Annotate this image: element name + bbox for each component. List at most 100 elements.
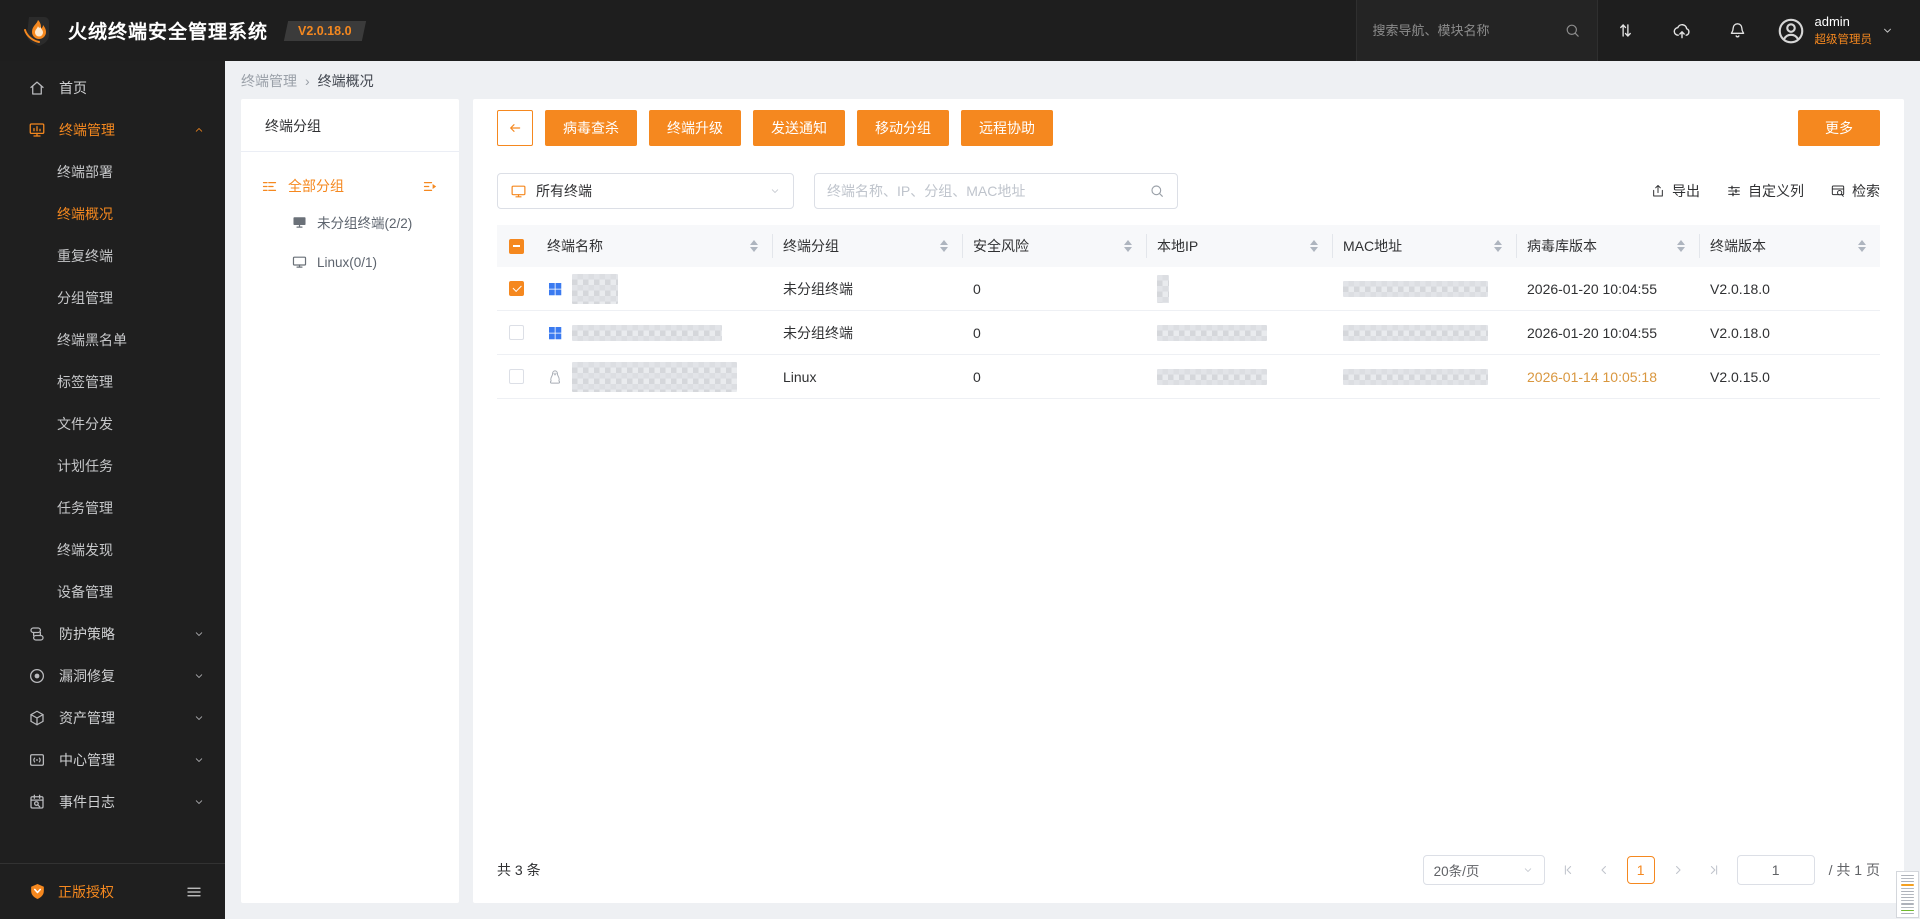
terminal-group-panel: 终端分组 全部分组 未分组终端(2/2) Linux(0/1) [241, 99, 459, 903]
page-jump-input[interactable] [1736, 855, 1815, 885]
sidebar-subitem-终端概况[interactable]: 终端概况 [0, 193, 225, 235]
toolbar-button-发送通知[interactable]: 发送通知 [753, 110, 845, 146]
sidebar-subitem-重复终端[interactable]: 重复终端 [0, 235, 225, 277]
sort-icons [940, 240, 948, 252]
first-page-icon[interactable] [1555, 857, 1581, 883]
sidebar-item-首页[interactable]: 首页 [0, 67, 225, 109]
select-all-checkbox[interactable] [509, 238, 524, 254]
table-actions: 导出 自定义列 检索 [1650, 181, 1880, 201]
virus-db-cell: 2026-01-20 10:04:55 [1517, 281, 1700, 297]
sidebar-subitem-终端部署[interactable]: 终端部署 [0, 151, 225, 193]
group-cell: Linux [773, 369, 963, 385]
action-自定义列[interactable]: 自定义列 [1726, 181, 1804, 201]
breadcrumb-parent[interactable]: 终端管理 [241, 71, 297, 91]
column-header-MAC地址[interactable]: MAC地址 [1333, 234, 1517, 258]
tree-root-all-groups[interactable]: 全部分组 [257, 170, 443, 202]
filter-row: 所有终端 导出 自定义列 检索 [497, 173, 1880, 209]
search-icon [1149, 183, 1165, 199]
next-page-icon[interactable] [1665, 857, 1691, 883]
row-checkbox[interactable] [509, 281, 524, 296]
more-button[interactable]: 更多 [1798, 110, 1880, 146]
retrieve-icon [1830, 183, 1846, 199]
version-value: V2.0.15.0 [1710, 368, 1770, 385]
upload-cloud-icon[interactable] [1654, 21, 1710, 41]
terminal-table: 终端名称 终端分组 安全风险 本地IP MAC地址 病毒库版本 终端版本 未分组终端 0 202… [497, 225, 1880, 399]
page-size-select[interactable]: 20条/页 [1422, 855, 1545, 885]
table-row[interactable]: 未分组终端 0 2026-01-20 10:04:55 V2.0.18.0 [497, 267, 1880, 311]
nav-search[interactable] [1355, 0, 1598, 61]
sidebar-subitem-分组管理[interactable]: 分组管理 [0, 277, 225, 319]
toolbar: 病毒查杀 终端升级 发送通知 移动分组 远程协助 更多 [497, 110, 1880, 146]
sidebar-item-终端管理[interactable]: 终端管理 [0, 109, 225, 151]
terminal-search-box[interactable] [814, 173, 1178, 209]
column-header-病毒库版本[interactable]: 病毒库版本 [1517, 234, 1700, 258]
tree-node-Linux(0/1)[interactable]: Linux(0/1) [257, 242, 443, 282]
action-导出[interactable]: 导出 [1650, 181, 1700, 201]
header-checkbox-cell [497, 234, 537, 258]
toolbar-button-病毒查杀[interactable]: 病毒查杀 [545, 110, 637, 146]
row-checkbox-cell [497, 325, 537, 340]
sidebar-subitem-计划任务[interactable]: 计划任务 [0, 445, 225, 487]
action-label: 检索 [1852, 183, 1880, 199]
custom-columns-icon [1726, 183, 1742, 199]
toolbar-button-移动分组[interactable]: 移动分组 [857, 110, 949, 146]
sidebar-item-中心管理[interactable]: 中心管理 [0, 739, 225, 781]
terminal-name-redacted [572, 273, 618, 304]
back-button[interactable] [497, 110, 533, 146]
virus-db-cell: 2026-01-20 10:04:55 [1517, 325, 1700, 341]
column-header-安全风险[interactable]: 安全风险 [963, 234, 1147, 258]
collapse-tree-icon[interactable] [422, 178, 439, 195]
toolbar-button-终端升级[interactable]: 终端升级 [649, 110, 741, 146]
terminal-search-input[interactable] [827, 183, 1149, 199]
group-tree-icon [261, 178, 278, 195]
vulnerability-icon [28, 667, 46, 685]
license-bar[interactable]: 正版授权 [0, 863, 225, 919]
event-log-icon [28, 793, 46, 811]
page-minimap-widget[interactable] [1896, 871, 1919, 918]
sidebar-item-资产管理[interactable]: 资产管理 [0, 697, 225, 739]
group-cell: 未分组终端 [773, 323, 963, 343]
sidebar-subitem-终端黑名单[interactable]: 终端黑名单 [0, 319, 225, 361]
sidebar-subitem-设备管理[interactable]: 设备管理 [0, 571, 225, 613]
table-row[interactable]: Linux 0 2026-01-14 10:05:18 V2.0.15.0 [497, 355, 1880, 399]
virus-db-cell: 2026-01-14 10:05:18 [1517, 369, 1700, 385]
current-page-button[interactable]: 1 [1626, 856, 1655, 884]
virus-db-value: 2026-01-20 10:04:55 [1527, 324, 1657, 341]
sidebar-item-防护策略[interactable]: 防护策略 [0, 613, 225, 655]
sidebar-item-事件日志[interactable]: 事件日志 [0, 781, 225, 823]
last-page-icon[interactable] [1701, 857, 1727, 883]
tree-node-label: 未分组终端(2/2) [317, 216, 413, 231]
prev-page-icon[interactable] [1591, 857, 1617, 883]
column-header-本地IP[interactable]: 本地IP [1147, 234, 1333, 258]
topbar-right: admin 超级管理员 [1355, 0, 1920, 61]
chevron-down-icon [193, 796, 205, 808]
group-value: Linux [783, 368, 817, 385]
nav-search-input[interactable] [1372, 23, 1556, 38]
sidebar-subitem-任务管理[interactable]: 任务管理 [0, 487, 225, 529]
page-size-value: 20条/页 [1433, 864, 1480, 879]
column-header-终端分组[interactable]: 终端分组 [773, 234, 963, 258]
column-label: 终端分组 [783, 238, 839, 254]
bell-icon[interactable] [1710, 21, 1766, 40]
menu-collapse-icon[interactable] [185, 883, 203, 901]
user-menu[interactable]: admin 超级管理员 [1766, 13, 1920, 47]
row-checkbox[interactable] [509, 369, 524, 384]
tree-node-未分组终端(2/2)[interactable]: 未分组终端(2/2) [257, 202, 443, 242]
action-检索[interactable]: 检索 [1830, 181, 1880, 201]
data-transfer-icon[interactable] [1598, 21, 1654, 40]
sidebar-subitem-标签管理[interactable]: 标签管理 [0, 361, 225, 403]
center-icon [28, 751, 46, 769]
risk-cell: 0 [963, 281, 1147, 297]
sidebar-subitem-终端发现[interactable]: 终端发现 [0, 529, 225, 571]
toolbar-button-远程协助[interactable]: 远程协助 [961, 110, 1053, 146]
sidebar-item-label: 终端管理 [59, 122, 115, 138]
terminal-filter-select[interactable]: 所有终端 [497, 173, 794, 209]
sort-icons [1124, 240, 1132, 252]
sidebar-item-漏洞修复[interactable]: 漏洞修复 [0, 655, 225, 697]
table-row[interactable]: 未分组终端 0 2026-01-20 10:04:55 V2.0.18.0 [497, 311, 1880, 355]
sidebar-subitem-文件分发[interactable]: 文件分发 [0, 403, 225, 445]
column-header-终端名称[interactable]: 终端名称 [537, 234, 773, 258]
chevron-down-icon [769, 185, 781, 197]
column-header-终端版本[interactable]: 终端版本 [1700, 234, 1880, 258]
row-checkbox[interactable] [509, 325, 524, 340]
